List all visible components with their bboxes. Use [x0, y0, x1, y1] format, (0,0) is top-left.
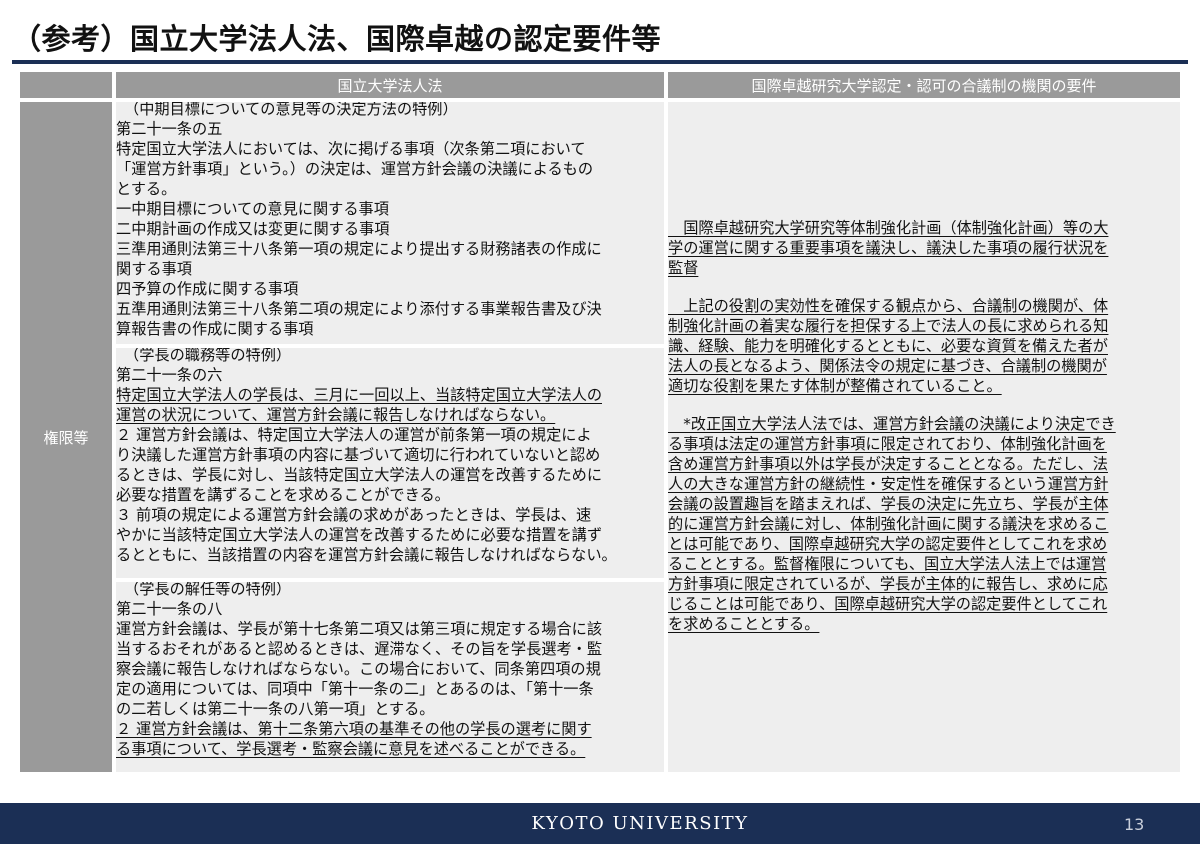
article-text-line-underlined: ２ 運営方針会議は、第十二条第六項の基準その他の学長の選考に関す	[116, 720, 592, 738]
article-text-line: の二若しくは第二十一条の八第一項」とする。	[116, 700, 435, 718]
article-text-line: 必要な措置を講ずることを求めることができる。	[116, 486, 450, 504]
requirement-paragraph-3: *改正国立大学法人法では、運営方針会議の決議により決定でき る事項は法定の運営方…	[668, 414, 1180, 634]
article-item-line: 四予算の作成に関する事項	[116, 280, 299, 298]
article-21-5-block: （中期目標についての意見等の決定方法の特例） 第二十一条の五 特定国立大学法人に…	[116, 102, 664, 344]
comparison-table: 国立大学法人法 国際卓越研究大学認定・認可の合議制の機関の要件 権限等 （中期目…	[20, 72, 1180, 772]
article-caption: （中期目標についての意見等の決定方法の特例）	[124, 102, 458, 118]
page-number: 13	[1124, 815, 1145, 834]
article-text-line: り決議した運営方針事項の内容に基づいて適切に行われていないと認め	[116, 446, 601, 464]
university-wordmark: KYOTO UNIVERSITY	[531, 813, 749, 834]
article-21-8-block: （学長の解任等の特例） 第二十一条の八 運営方針会議は、学長が第十七条第二項又は…	[116, 582, 664, 772]
article-number: 第二十一条の六	[116, 366, 223, 384]
article-text-line: ２ 運営方針会議は、特定国立大学法人の運営が前条第一項の規定によ	[116, 426, 592, 444]
article-21-6-block: （学長の職務等の特例） 第二十一条の六 特定国立大学法人の学長は、三月に一回以上…	[116, 348, 664, 578]
requirements-cell: 国際卓越研究大学研究等体制強化計画（体制強化計画）等の大 学の運営に関する重要事…	[668, 102, 1180, 772]
requirement-line: 上記の役割の実効性を確保する観点から、合議制の機関が、体	[668, 297, 1109, 315]
article-text-line: 「運営方針事項」という。）の決定は、運営方針会議の決議によるもの	[116, 160, 594, 178]
requirement-line: 監督	[668, 259, 699, 277]
article-text-line: ３ 前項の規定による運営方針会議の求めがあったときは、学長は、速	[116, 506, 592, 524]
article-item-line: 五準用通則法第三十八条第二項の規定により添付する事業報告書及び決	[116, 300, 602, 318]
article-item-line: 関する事項	[116, 260, 192, 278]
requirement-line: を求めることとする。	[668, 615, 820, 633]
requirement-line: *改正国立大学法人法では、運営方針会議の決議により決定でき	[668, 415, 1116, 433]
article-caption: （学長の職務等の特例）	[124, 348, 292, 364]
article-text-line: 特定国立大学法人においては、次に掲げる事項（次条第二項において	[116, 140, 586, 158]
requirement-line: 識、経験、能力を明確化するとともに、必要な資質を備えた者が	[668, 337, 1108, 355]
article-item-line: 二中期計画の作成又は変更に関する事項	[116, 220, 390, 238]
footer-bar: KYOTO UNIVERSITY 13	[0, 803, 1200, 844]
requirement-line: 含め運営方針事項以外は学長が決定することとなる。ただし、法	[668, 455, 1108, 473]
requirement-line: とは可能であり、国際卓越研究大学の認定要件としてこれを求め	[668, 535, 1108, 553]
requirement-line: 方針事項に限定されているが、学長が主体的に報告し、求めに応	[668, 575, 1108, 593]
article-item-line: 一中期目標についての意見に関する事項	[116, 200, 389, 218]
article-text-line-underlined: 特定国立大学法人の学長は、三月に一回以上、当該特定国立大学法人の	[116, 386, 602, 404]
requirement-line: 人の大きな運営方針の継続性・安定性を確保するという運営方針	[668, 475, 1109, 493]
article-text-line: 当するおそれがあると認めるときは、遅滞なく、その旨を学長選考・監	[116, 640, 602, 658]
requirement-line: ることとする。監督権限についても、国立大学法人法上では運営	[668, 555, 1107, 573]
article-item-line: 三準用通則法第三十八条第一項の規定により提出する財務諸表の作成に	[116, 240, 602, 258]
article-text-line: るとともに、当該措置の内容を運営方針会議に報告しなければならない。	[116, 546, 617, 564]
table-corner-cell	[20, 72, 112, 98]
article-number: 第二十一条の八	[116, 600, 223, 618]
requirement-line: 国際卓越研究大学研究等体制強化計画（体制強化計画）等の大	[668, 219, 1109, 237]
requirement-paragraph-2: 上記の役割の実効性を確保する観点から、合議制の機関が、体 制強化計画の着実な履行…	[668, 296, 1180, 396]
article-text-line: るときは、学長に対し、当該特定国立大学法人の運営を改善するために	[116, 466, 602, 484]
article-text-line: 察会議に報告しなければならない。この場合において、同条第四項の規	[116, 660, 601, 678]
requirement-line: る事項は法定の運営方針事項に限定されており、体制強化計画を	[668, 435, 1107, 453]
row-label-authority: 権限等	[20, 102, 112, 772]
article-text-line: 運営方針会議は、学長が第十七条第二項又は第三項に規定する場合に該	[116, 620, 602, 638]
article-text-line-underlined: る事項について、学長選考・監察会議に意見を述べることができる。	[116, 740, 586, 758]
requirement-line: 会議の設置趣旨を踏まえれば、学長の決定に先立ち、学長が主体	[668, 495, 1109, 513]
article-text-line-underlined: 運営の状況について、運営方針会議に報告しなければならない。	[116, 406, 556, 424]
article-text-line: とする。	[116, 180, 177, 198]
article-number: 第二十一条の五	[116, 120, 223, 138]
requirement-line: 法人の長となるよう、関係法令の規定に基づき、合議制の機関が	[668, 357, 1107, 375]
requirement-line: 制強化計画の着実な履行を担保する上で法人の長に求められる知	[668, 317, 1109, 335]
requirement-line: 学の運営に関する重要事項を議決し、議決した事項の履行状況を	[668, 239, 1109, 257]
requirement-line: 適切な役割を果たす体制が整備されていること。	[668, 377, 1002, 395]
article-text-line: 定の適用については、同項中「第十一条の二」とあるのは、「第十一条	[116, 680, 594, 698]
article-text-line: やかに当該特定国立大学法人の運営を改善するために必要な措置を講ず	[116, 526, 602, 544]
requirement-paragraph-1: 国際卓越研究大学研究等体制強化計画（体制強化計画）等の大 学の運営に関する重要事…	[668, 218, 1180, 278]
page-title: （参考）国立大学法人法、国際卓越の認定要件等	[12, 22, 662, 56]
requirement-line: 的に運営方針会議に対し、体制強化計画に関する議決を求めるこ	[668, 515, 1109, 533]
title-underline	[12, 60, 1188, 64]
header-national-university-act: 国立大学法人法	[116, 72, 664, 98]
header-international-excellence-requirements: 国際卓越研究大学認定・認可の合議制の機関の要件	[668, 72, 1180, 98]
article-item-line: 算報告書の作成に関する事項	[116, 320, 314, 338]
requirement-line: じることは可能であり、国際卓越研究大学の認定要件としてこれ	[668, 595, 1108, 613]
article-caption: （学長の解任等の特例）	[124, 582, 292, 598]
